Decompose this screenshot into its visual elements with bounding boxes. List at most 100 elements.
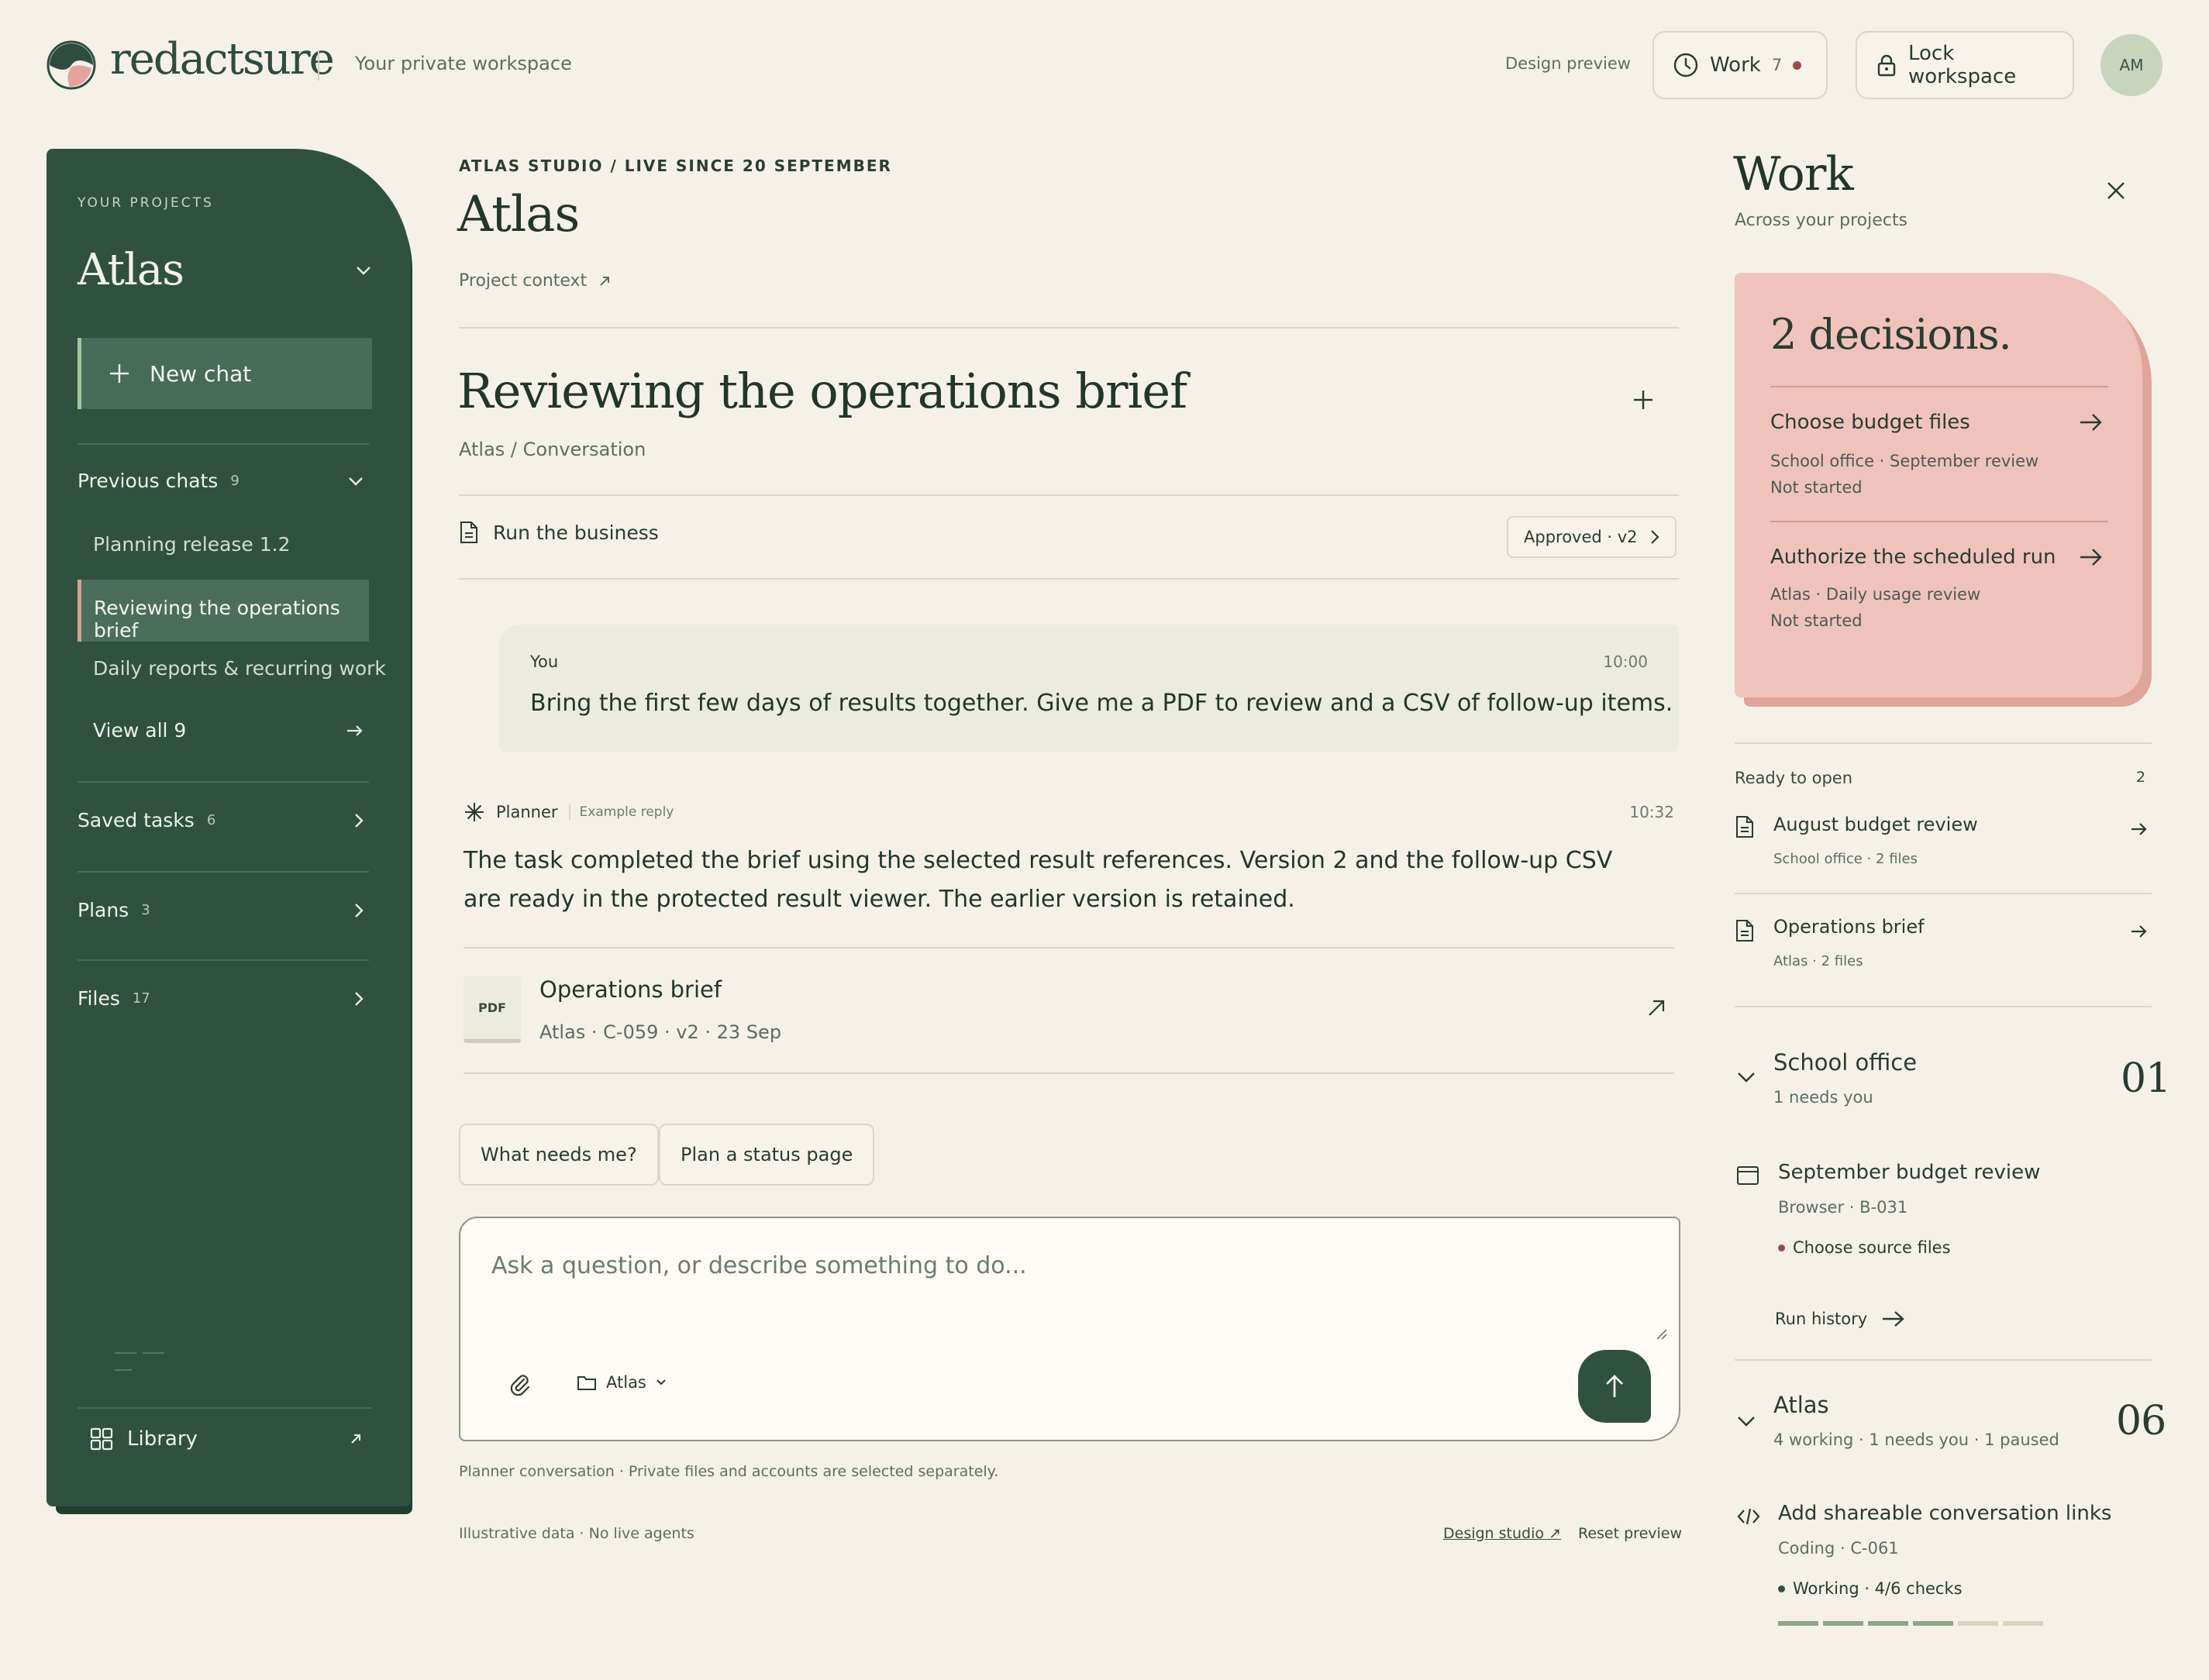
work-button[interactable]: Work 7 [1652,31,1828,99]
arrow-right-icon[interactable] [2079,547,2104,567]
workspace-tagline: Your private workspace [355,53,572,74]
design-preview-link[interactable]: Design preview [1505,54,1631,73]
ready-item-august-budget[interactable]: August budget review [1773,814,1978,835]
conversation-title: Reviewing the operations brief [457,363,1187,419]
paperclip-icon[interactable] [507,1372,533,1398]
project-scope-selector[interactable]: Atlas [577,1373,667,1392]
user-message: You 10:00 Bring the first few days of re… [499,625,1679,752]
sidebar-item-files[interactable]: Files 17 [78,987,369,1010]
brand-logo-icon [47,40,96,90]
arrow-right-icon[interactable] [2130,924,2149,939]
reset-preview-link[interactable]: Reset preview [1578,1525,1682,1542]
breadcrumb: ATLAS STUDIO / LIVE SINCE 20 SEPTEMBER [459,157,892,175]
sidebar: YOUR PROJECTS Atlas New chat Previous ch… [47,149,411,1506]
run-history-link[interactable]: Run history [1775,1310,1906,1328]
project-context-link[interactable]: Project context [459,271,612,291]
arrow-right-icon[interactable] [2130,821,2149,837]
clock-icon [1673,52,1699,78]
grid-icon [90,1427,113,1451]
suggestion-plan-status-page[interactable]: Plan a status page [659,1124,875,1186]
ready-item-operations-brief[interactable]: Operations brief [1773,916,1925,938]
design-studio-link[interactable]: Design studio ↗ [1443,1525,1561,1542]
library-label: Library [127,1427,198,1451]
user-avatar[interactable]: AM [2100,34,2162,96]
library-link[interactable]: Library [78,1427,369,1451]
planner-message-header: Planner Example reply 10:32 [464,801,1674,823]
task-status-label: Working · 4/6 checks [1793,1579,1963,1598]
chat-item-operations-brief[interactable]: Reviewing the operations brief [78,580,369,642]
task-progress-bar [1778,1621,2043,1626]
files-count: 17 [132,990,150,1007]
chevron-right-icon [353,812,364,829]
close-icon[interactable] [2105,180,2127,201]
sidebar-divider [78,871,369,873]
pdf-file-icon: PDF [464,976,521,1043]
view-all-chats-link[interactable]: View all 9 [93,719,369,742]
arrow-right-icon [1881,1310,1906,1328]
chevron-right-icon [353,990,364,1007]
chevron-right-icon [353,902,364,919]
composer-input[interactable] [491,1252,1615,1279]
task-shareable-links[interactable]: Add shareable conversation links [1778,1502,2111,1525]
task-meta: Browser · B-031 [1778,1198,1908,1217]
decision-authorize-run[interactable]: Authorize the scheduled run [1770,546,2056,569]
sidebar-item-plans[interactable]: Plans 3 [78,899,369,921]
decisions-title: 2 decisions. [1770,310,2012,359]
sparkle-icon [464,801,485,823]
group-school-office-title[interactable]: School office [1773,1049,1917,1076]
lock-workspace-button[interactable]: Lock workspace [1856,31,2074,99]
chevron-down-icon[interactable] [355,265,372,276]
task-status-label: Choose source files [1793,1238,1951,1257]
view-all-label: View all 9 [93,719,187,742]
open-external-icon[interactable] [1646,998,1666,1018]
sidebar-item-saved-tasks[interactable]: Saved tasks 6 [78,809,369,831]
project-selector[interactable]: Atlas [78,245,184,295]
task-status: Choose source files [1778,1238,1951,1257]
progress-segment [1913,1621,1953,1626]
chat-item-daily-reports[interactable]: Daily reports & recurring work [93,657,386,680]
brand-name: redactsure [110,34,335,84]
project-context-label: Project context [459,271,588,291]
decision-meta: Atlas · Daily usage review [1770,585,1981,604]
chat-item-planning-release[interactable]: Planning release 1.2 [93,533,291,556]
message-author: Planner [496,803,558,821]
browser-window-icon [1736,1165,1759,1186]
group-atlas-title[interactable]: Atlas [1773,1392,1829,1418]
new-chat-button[interactable]: New chat [78,338,372,409]
attachment-title[interactable]: Operations brief [539,976,722,1003]
approved-version-pill[interactable]: Approved · v2 [1507,516,1677,558]
decision-meta: School office · September review [1770,452,2039,470]
decision-status: Not started [1770,478,1863,497]
chevron-down-icon [347,476,364,487]
chevron-down-icon [656,1379,667,1386]
folder-icon [577,1374,597,1391]
resize-handle-icon[interactable] [1654,1327,1668,1341]
section-divider [459,327,1679,329]
group-subtitle: 4 working · 1 needs you · 1 paused [1773,1430,2059,1449]
task-september-budget-review[interactable]: September budget review [1778,1161,2040,1184]
document-icon [459,521,479,544]
work-panel-subtitle: Across your projects [1735,211,1907,230]
run-history-label: Run history [1775,1310,1868,1328]
previous-chats-toggle[interactable]: Previous chats 9 [78,470,369,492]
chevron-down-icon[interactable] [1736,1071,1756,1083]
lock-icon [1876,53,1897,77]
send-button[interactable] [1578,1350,1651,1423]
sidebar-divider [78,1407,372,1409]
arrow-right-icon[interactable] [2079,412,2104,432]
panel-divider [1735,1359,2152,1361]
ready-item-meta: Atlas · 2 files [1773,953,1863,969]
add-button[interactable] [1631,387,1656,412]
plans-count: 3 [141,902,150,918]
message-time: 10:00 [1603,652,1648,671]
sidebar-divider [78,443,369,445]
suggestion-what-needs-me[interactable]: What needs me? [459,1124,659,1186]
lock-workspace-label: Lock workspace [1908,42,2017,88]
group-subtitle: 1 needs you [1773,1088,1873,1107]
group-count: 01 [2121,1055,2171,1102]
decision-choose-budget-files[interactable]: Choose budget files [1770,411,1970,434]
chevron-down-icon[interactable] [1736,1415,1756,1427]
sidebar-divider [78,781,369,783]
planner-message-text: The task completed the brief using the s… [464,847,1613,913]
linked-document[interactable]: Run the business [459,521,659,544]
